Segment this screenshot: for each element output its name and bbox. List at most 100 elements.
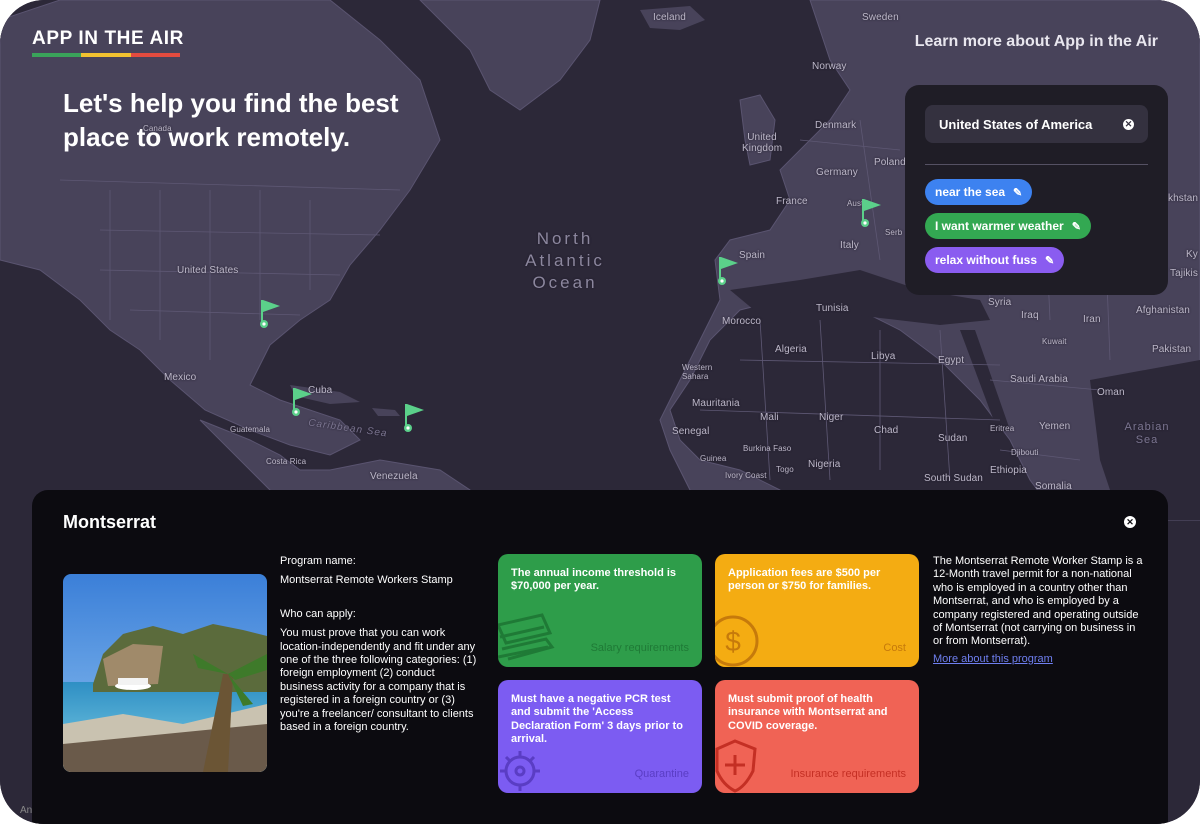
app-logo[interactable]: APP IN THE AIR <box>32 28 184 57</box>
salary-requirements-card[interactable]: The annual income threshold is $70,000 p… <box>498 554 702 667</box>
map-label-algeria: Algeria <box>775 344 807 355</box>
program-name-label: Program name: <box>280 555 356 567</box>
map-label-italy: Italy <box>840 240 859 251</box>
logo-text: APP IN THE AIR <box>32 28 184 49</box>
map-label-tajikistan: Tajikis <box>1170 268 1198 279</box>
country-selector-label: United States of America <box>939 116 1093 132</box>
map-label-syria: Syria <box>988 297 1012 308</box>
divider <box>925 164 1148 165</box>
edit-pencil-icon[interactable]: ✎ <box>1072 220 1081 233</box>
map-label-guatemala: Guatemala <box>230 425 271 434</box>
map-label-united-states: United States <box>177 265 239 276</box>
money-stack-icon <box>498 613 555 661</box>
map-label-morocco: Morocco <box>722 316 762 327</box>
who-can-apply-text: You must prove that you can work locatio… <box>280 627 477 734</box>
map-label-kazakhstan: khstan <box>1168 193 1199 204</box>
map-label-tunisia: Tunisia <box>816 303 849 314</box>
corner-text: An <box>20 805 33 816</box>
edit-pencil-icon[interactable]: ✎ <box>1045 254 1054 267</box>
map-label-djibouti: Djibouti <box>1011 448 1039 457</box>
location-flag-icon[interactable] <box>402 400 426 434</box>
map-label-mali: Mali <box>760 412 779 423</box>
country-selector[interactable]: United States of America ✕ <box>925 105 1148 143</box>
map-label-niger: Niger <box>819 412 844 423</box>
map-label-guinea: Guinea <box>700 454 727 463</box>
dollar-coin-icon: $ <box>715 615 759 667</box>
map-label-denmark: Denmark <box>815 120 857 131</box>
map-label-saudi-arabia: Saudi Arabia <box>1010 374 1068 385</box>
card-text: Must submit proof of health insurance wi… <box>728 693 888 732</box>
card-label: Cost <box>883 642 906 654</box>
logo-stripe-green <box>32 53 82 57</box>
map-label-nigeria: Nigeria <box>808 459 841 470</box>
map-label-western-sahara: Western Sahara <box>682 363 713 381</box>
map-label-oman: Oman <box>1097 387 1125 398</box>
map-label-eritrea: Eritrea <box>990 424 1015 433</box>
destination-title: Montserrat <box>63 512 157 532</box>
close-icon[interactable]: ✕ <box>1124 516 1136 528</box>
map-label-south-sudan: South Sudan <box>924 473 983 484</box>
map-label-mauritania: Mauritania <box>692 398 740 409</box>
tag-label: I want warmer weather <box>935 219 1064 233</box>
location-flag-icon[interactable] <box>859 195 883 229</box>
clear-country-icon[interactable]: ✕ <box>1123 118 1134 130</box>
logo-stripe-yellow <box>81 53 131 57</box>
map-label-pakistan: Pakistan <box>1152 344 1192 355</box>
map-label-yemen: Yemen <box>1039 421 1071 432</box>
hero-headline: Let's help you find the best place to wo… <box>63 88 399 152</box>
card-text: Must have a negative PCR test and submit… <box>511 693 683 746</box>
map-label-kuwait: Kuwait <box>1042 337 1067 346</box>
card-label: Salary requirements <box>590 642 689 654</box>
map-label-arabian-sea: Arabian Sea <box>1124 421 1170 446</box>
cost-card[interactable]: Application fees are $500 per person or … <box>715 554 919 667</box>
map-label-spain: Spain <box>739 250 766 261</box>
map-label-costa-rica: Costa Rica <box>266 457 307 466</box>
more-about-program-link[interactable]: More about this program <box>933 653 1053 666</box>
card-text: The annual income threshold is $70,000 p… <box>511 567 677 593</box>
program-name: Montserrat Remote Workers Stamp <box>280 574 453 587</box>
app-window: Iceland Sweden Norway Denmark United Kin… <box>0 0 1200 824</box>
destination-detail-panel: Montserrat ✕ Program name: Montserrat Re… <box>32 490 1168 824</box>
edit-pencil-icon[interactable]: ✎ <box>1013 186 1022 199</box>
location-flag-icon[interactable] <box>258 296 282 330</box>
map-label-ky: Ky <box>1186 249 1198 260</box>
tag-label: near the sea <box>935 185 1006 199</box>
learn-more-link[interactable]: Learn more about App in the Air <box>915 33 1158 51</box>
map-label-ethiopia: Ethiopia <box>990 465 1027 476</box>
shield-cross-icon <box>715 739 757 793</box>
tag-relax-without-fuss[interactable]: relax without fuss ✎ <box>925 247 1065 273</box>
map-label-iraq: Iraq <box>1021 310 1039 321</box>
map-label-togo: Togo <box>776 465 794 474</box>
map-label-burkina-faso: Burkina Faso <box>743 444 792 453</box>
who-can-apply-label: Who can apply: <box>280 607 356 620</box>
map-label-poland: Poland <box>874 157 906 168</box>
map-label-senegal: Senegal <box>672 426 710 437</box>
tag-warmer-weather[interactable]: I want warmer weather ✎ <box>925 213 1091 239</box>
location-flag-icon[interactable] <box>290 384 314 418</box>
map-label-iran: Iran <box>1083 314 1101 325</box>
card-label: Insurance requirements <box>790 768 906 780</box>
tag-near-the-sea[interactable]: near the sea ✎ <box>925 179 1033 205</box>
logo-stripe <box>32 53 180 57</box>
map-label-norway: Norway <box>812 61 847 72</box>
map-label-sweden: Sweden <box>862 12 899 23</box>
filter-panel: United States of America ✕ near the sea ✎… <box>905 85 1168 295</box>
map-label-sudan: Sudan <box>938 433 968 444</box>
program-info: Program name: Montserrat Remote Workers … <box>280 555 480 734</box>
destination-photo <box>63 574 267 772</box>
map-label-egypt: Egypt <box>938 355 965 366</box>
location-flag-icon[interactable] <box>716 253 740 287</box>
tag-label: relax without fuss <box>935 253 1038 267</box>
map-label-france: France <box>776 196 808 207</box>
logo-stripe-red <box>130 53 180 57</box>
insurance-requirements-card[interactable]: Must submit proof of health insurance wi… <box>715 680 919 793</box>
map-label-north-atlantic-ocean: North Atlantic Ocean <box>525 229 605 292</box>
map-label-united-kingdom: United Kingdom <box>742 132 783 154</box>
map-label-venezuela: Venezuela <box>370 471 418 482</box>
description-text: The Montserrat Remote Worker Stamp is a … <box>933 555 1143 648</box>
card-text: Application fees are $500 per person or … <box>728 567 881 593</box>
quarantine-card[interactable]: Must have a negative PCR test and submit… <box>498 680 702 793</box>
program-description: The Montserrat Remote Worker Stamp is a … <box>933 555 1145 666</box>
map-label-iceland: Iceland <box>653 12 686 23</box>
map-label-afghanistan: Afghanistan <box>1136 305 1190 316</box>
